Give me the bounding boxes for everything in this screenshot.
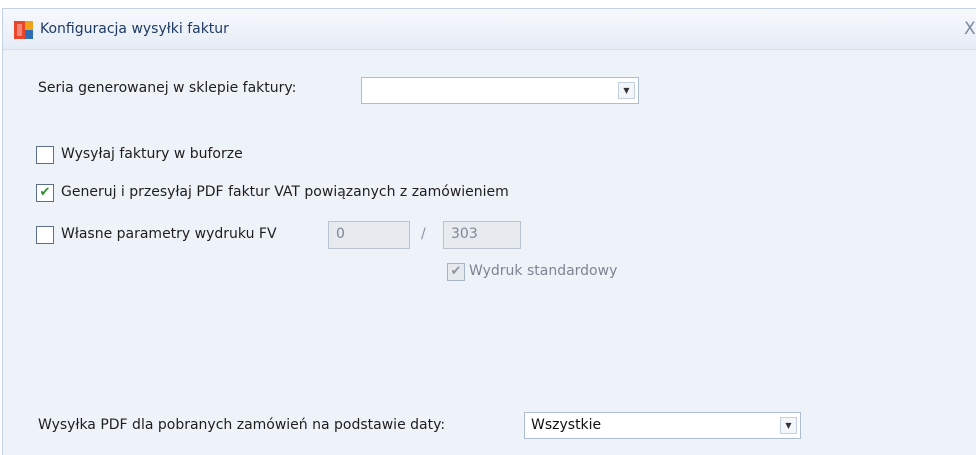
print-param-b-value: 303: [451, 226, 478, 242]
param-separator: /: [421, 226, 426, 242]
window-title: Konfiguracja wysyłki faktur: [40, 21, 229, 37]
chevron-down-icon[interactable]: ▼: [618, 82, 635, 99]
chevron-down-icon[interactable]: ▼: [780, 417, 797, 434]
series-dropdown[interactable]: ▼: [361, 77, 639, 104]
close-icon[interactable]: X: [964, 18, 976, 40]
checkmark-icon: ✔: [450, 264, 462, 279]
send-buffered-label: Wysyłaj faktury w buforze: [61, 146, 243, 162]
custom-print-label: Własne parametry wydruku FV: [61, 226, 277, 242]
generate-pdf-label: Generuj i przesyłaj PDF faktur VAT powią…: [61, 184, 509, 200]
standard-print-label: Wydruk standardowy: [469, 263, 618, 279]
app-logo-icon: [14, 21, 33, 39]
print-param-a-input[interactable]: 0: [328, 221, 410, 249]
pdf-dispatch-value: Wszystkie: [531, 417, 602, 433]
send-buffered-checkbox[interactable]: [36, 146, 54, 164]
checkmark-icon: ✔: [39, 185, 51, 200]
series-label: Seria generowanej w sklepie faktury:: [38, 80, 297, 96]
custom-print-checkbox[interactable]: [36, 226, 54, 244]
generate-pdf-checkbox[interactable]: ✔: [36, 184, 54, 202]
standard-print-checkbox: ✔: [447, 263, 465, 281]
pdf-dispatch-dropdown[interactable]: Wszystkie ▼: [524, 412, 801, 439]
dialog-window: Konfiguracja wysyłki faktur X Seria gene…: [2, 8, 976, 455]
pdf-dispatch-label: Wysyłka PDF dla pobranych zamówień na po…: [38, 417, 446, 433]
title-bar: Konfiguracja wysyłki faktur X: [3, 9, 976, 50]
print-param-a-value: 0: [336, 226, 345, 242]
print-param-b-input[interactable]: 303: [443, 221, 521, 249]
